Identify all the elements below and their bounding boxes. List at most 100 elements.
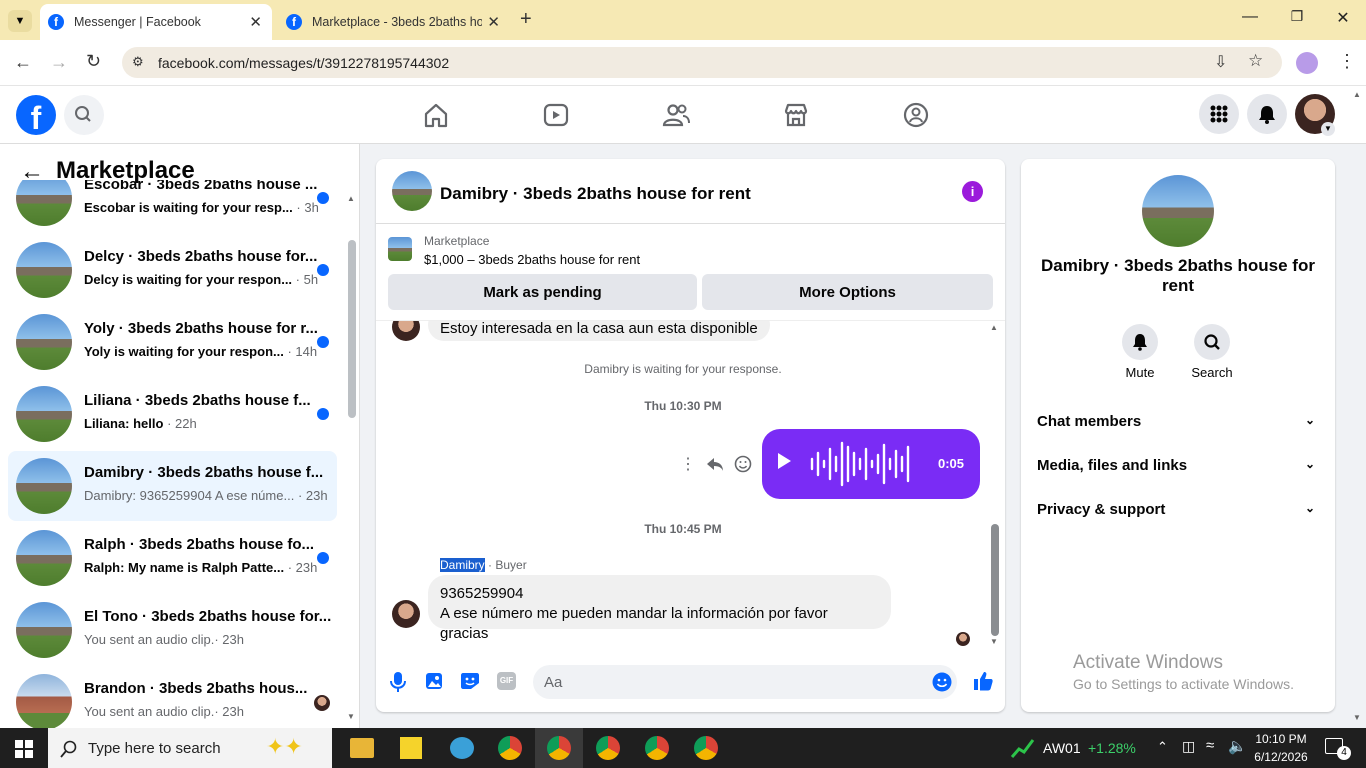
facebook-header: f ▼ xyxy=(0,86,1366,144)
marketplace-icon[interactable] xyxy=(781,100,811,130)
clock-date[interactable]: 6/12/2026 xyxy=(1254,750,1308,764)
windows-taskbar: Type here to search ✦✦ AW01 +1.28% ⌃ ◫ ≈… xyxy=(0,728,1366,768)
conversation-item[interactable]: Ralph · 3beds 2baths house fo... Ralph: … xyxy=(8,523,337,593)
tray-chevron-up-icon[interactable]: ⌃ xyxy=(1157,739,1168,755)
volume-icon[interactable]: 🔈 xyxy=(1228,737,1247,755)
conversation-preview: Yoly is waiting for your respon... xyxy=(84,344,284,359)
page-scroll-down-icon[interactable]: ▼ xyxy=(1353,713,1361,722)
conversation-preview: Delcy is waiting for your respon... xyxy=(84,272,293,287)
photo-icon[interactable] xyxy=(425,672,443,690)
account-chevron-icon[interactable]: ▼ xyxy=(1321,122,1335,136)
mark-as-pending-button[interactable]: Mark as pending xyxy=(388,274,697,310)
mute-button[interactable] xyxy=(1122,324,1158,360)
message-options-icon[interactable]: ⋮ xyxy=(680,454,696,474)
page-scroll-up-icon[interactable]: ▲ xyxy=(1353,90,1361,99)
chrome-icon[interactable] xyxy=(694,736,718,760)
active-taskbar-item[interactable] xyxy=(535,728,583,768)
home-icon[interactable] xyxy=(421,100,451,130)
taskbar-search-box[interactable]: Type here to search ✦✦ xyxy=(48,728,332,768)
windows-start-icon[interactable] xyxy=(15,740,33,758)
privacy-support-section[interactable]: Privacy & support ⌄ xyxy=(1037,501,1319,518)
back-icon[interactable]: ← xyxy=(14,52,32,73)
chrome-icon[interactable] xyxy=(645,736,669,760)
scroll-down-icon[interactable]: ▼ xyxy=(347,712,355,721)
media-files-links-section[interactable]: Media, files and links ⌄ xyxy=(1037,457,1319,474)
conversation-item[interactable]: Delcy · 3beds 2baths house for... Delcy … xyxy=(8,235,337,305)
tab-title: Messenger | Facebook xyxy=(74,15,201,29)
chat-listing-avatar[interactable] xyxy=(392,171,432,211)
tab-messenger[interactable]: f Messenger | Facebook ✕ xyxy=(40,4,272,40)
microphone-icon[interactable] xyxy=(390,671,406,693)
conversation-name: El Tono · 3beds 2baths house for... xyxy=(84,608,332,625)
paint-app-icon[interactable] xyxy=(450,737,474,759)
notifications-bell-icon[interactable] xyxy=(1247,94,1287,134)
message-input[interactable]: Aa xyxy=(533,665,957,699)
conversation-item[interactable]: Yoly · 3beds 2baths house for r... Yoly … xyxy=(8,307,337,377)
close-tab-icon[interactable]: ✕ xyxy=(487,13,500,31)
url-field[interactable]: ⚙ facebook.com/messages/t/39122781957443… xyxy=(122,47,1282,78)
tab-list-chevron-icon[interactable]: ▼ xyxy=(8,10,32,32)
menu-grid-icon[interactable] xyxy=(1199,94,1239,134)
wifi-icon[interactable]: ≈ xyxy=(1206,737,1214,754)
bookmark-star-icon[interactable]: ☆ xyxy=(1248,51,1263,71)
conversation-item[interactable]: Brandon · 3beds 2baths hous... You sent … xyxy=(8,667,337,728)
audio-message-bubble[interactable]: 0:05 xyxy=(762,429,980,499)
browser-menu-icon[interactable]: ⋮ xyxy=(1338,51,1356,72)
chrome-icon[interactable] xyxy=(498,736,522,760)
chat-members-section[interactable]: Chat members ⌄ xyxy=(1037,413,1319,430)
message-thread: Estoy interesada en la casa aun esta dis… xyxy=(376,320,1005,655)
conversation-item[interactable]: El Tono · 3beds 2baths house for... You … xyxy=(8,595,337,665)
reply-icon[interactable] xyxy=(706,455,724,473)
clock-time[interactable]: 10:10 PM xyxy=(1254,732,1308,746)
facebook-logo-icon[interactable]: f xyxy=(16,95,56,135)
gif-icon[interactable]: GIF xyxy=(497,672,516,690)
tab-marketplace[interactable]: f Marketplace - 3beds 2baths ho ✕ xyxy=(278,4,510,40)
conversation-item[interactable]: Escobar · 3beds 2baths house ... Escobar… xyxy=(8,180,337,233)
chat-scrollbar-thumb[interactable] xyxy=(991,524,999,636)
like-thumbs-up-icon[interactable] xyxy=(973,671,993,691)
install-app-icon[interactable]: ⇩ xyxy=(1214,52,1227,72)
emoji-icon[interactable] xyxy=(932,672,952,692)
scroll-up-icon[interactable]: ▲ xyxy=(990,323,998,332)
react-emoji-icon[interactable] xyxy=(734,455,752,473)
info-icon[interactable]: i xyxy=(962,181,983,202)
play-icon[interactable] xyxy=(778,453,791,469)
search-label: Search xyxy=(1191,365,1233,380)
sticker-icon[interactable] xyxy=(460,672,480,690)
listing-title[interactable]: $1,000 – 3beds 2baths house for rent xyxy=(424,252,640,267)
restore-icon[interactable]: ❐ xyxy=(1285,8,1309,25)
close-tab-icon[interactable]: ✕ xyxy=(249,13,262,31)
search-conversation-button[interactable] xyxy=(1194,324,1230,360)
reload-icon[interactable]: ↻ xyxy=(86,51,101,72)
groups-icon[interactable] xyxy=(901,100,931,130)
site-info-icon[interactable]: ⚙ xyxy=(132,54,144,70)
listing-thumbnail[interactable] xyxy=(388,237,412,261)
scroll-down-icon[interactable]: ▼ xyxy=(990,637,998,646)
listing-thumbnail xyxy=(16,674,72,728)
search-icon[interactable] xyxy=(64,95,104,135)
sender-role: · Buyer xyxy=(488,558,527,572)
stock-chart-icon[interactable] xyxy=(1011,737,1035,759)
new-tab-icon[interactable]: + xyxy=(520,8,532,31)
profile-icon[interactable] xyxy=(1296,52,1318,74)
message-text: 9365259904 xyxy=(440,585,524,602)
sticky-notes-icon[interactable] xyxy=(400,737,422,759)
conversation-item[interactable]: Liliana · 3beds 2baths house f... Lilian… xyxy=(8,379,337,449)
file-explorer-icon[interactable] xyxy=(350,738,374,758)
conversation-time: · 3h xyxy=(296,200,319,215)
chat-title[interactable]: Damibry · 3beds 2baths house for rent xyxy=(440,184,751,204)
scroll-up-icon[interactable]: ▲ xyxy=(347,194,355,203)
chrome-icon[interactable] xyxy=(596,736,620,760)
close-window-icon[interactable]: ✕ xyxy=(1331,8,1355,28)
conversation-item-selected[interactable]: Damibry · 3beds 2baths house f... Damibr… xyxy=(8,451,337,521)
minimize-icon[interactable]: — xyxy=(1238,8,1262,26)
video-icon[interactable] xyxy=(541,100,571,130)
friends-icon[interactable] xyxy=(661,100,691,130)
more-options-button[interactable]: More Options xyxy=(702,274,993,310)
read-receipt-avatar xyxy=(314,695,330,711)
conversation-list: Escobar · 3beds 2baths house ... Escobar… xyxy=(0,180,346,728)
sidebar-scrollbar-thumb[interactable] xyxy=(348,240,356,418)
meet-now-icon[interactable]: ◫ xyxy=(1182,738,1195,755)
unread-dot xyxy=(317,264,329,276)
forward-icon[interactable]: → xyxy=(50,52,68,73)
